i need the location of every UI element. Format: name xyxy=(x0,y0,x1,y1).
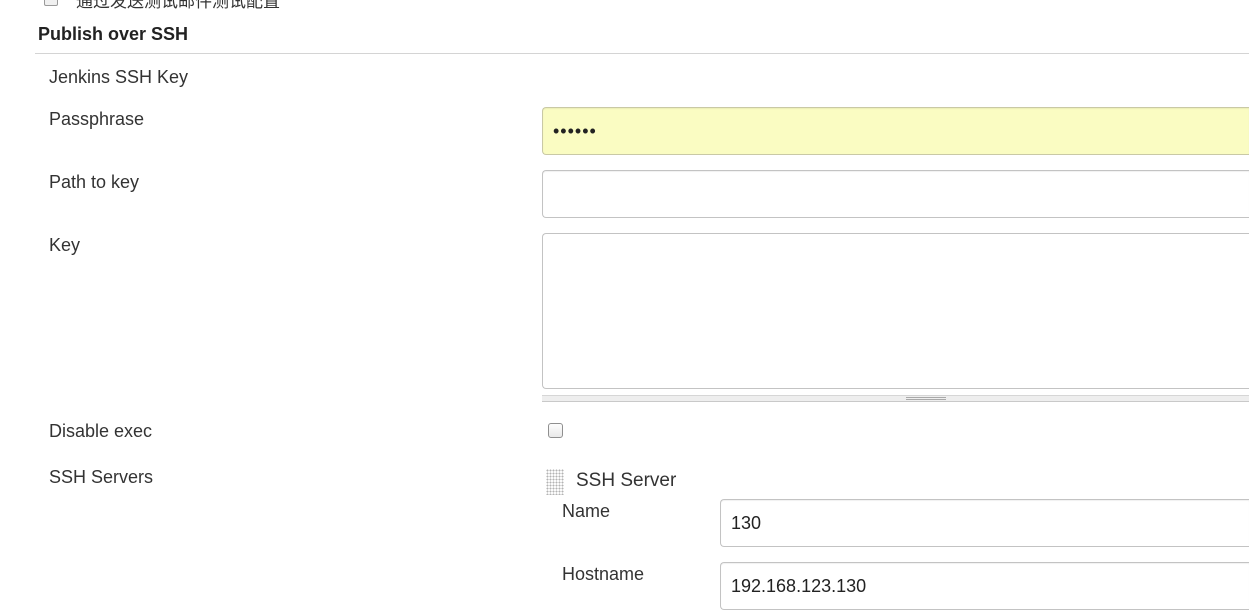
passphrase-label: Passphrase xyxy=(49,109,145,129)
publish-over-ssh-config-page: 通过发送测试邮件测试配置 Publish over SSH Jenkins SS… xyxy=(0,0,1249,615)
test-email-label: 通过发送测试邮件测试配置 xyxy=(76,0,280,11)
path-to-key-field[interactable] xyxy=(542,170,1249,218)
key-textarea[interactable] xyxy=(542,233,1249,389)
jenkins-ssh-key-label: Jenkins SSH Key xyxy=(49,67,189,87)
disable-exec-checkbox[interactable] xyxy=(548,423,563,438)
path-to-key-label: Path to key xyxy=(49,172,140,192)
test-email-row: 通过发送测试邮件测试配置 xyxy=(44,0,280,11)
test-email-checkbox[interactable] xyxy=(44,0,58,6)
server-name-field[interactable] xyxy=(720,499,1249,547)
server-name-label: Name xyxy=(562,501,611,521)
server-hostname-field[interactable] xyxy=(720,562,1249,610)
resize-grip-icon[interactable] xyxy=(906,397,946,400)
section-divider xyxy=(35,53,1249,54)
ssh-server-title: SSH Server xyxy=(576,470,677,491)
key-label: Key xyxy=(49,235,81,255)
section-title: Publish over SSH xyxy=(38,24,189,44)
disable-exec-label: Disable exec xyxy=(49,421,153,441)
server-hostname-label: Hostname xyxy=(562,564,645,584)
drag-handle-icon[interactable] xyxy=(546,469,564,495)
ssh-servers-label: SSH Servers xyxy=(49,467,154,487)
passphrase-field[interactable] xyxy=(542,107,1249,155)
textarea-resize-bar[interactable] xyxy=(542,395,1249,402)
